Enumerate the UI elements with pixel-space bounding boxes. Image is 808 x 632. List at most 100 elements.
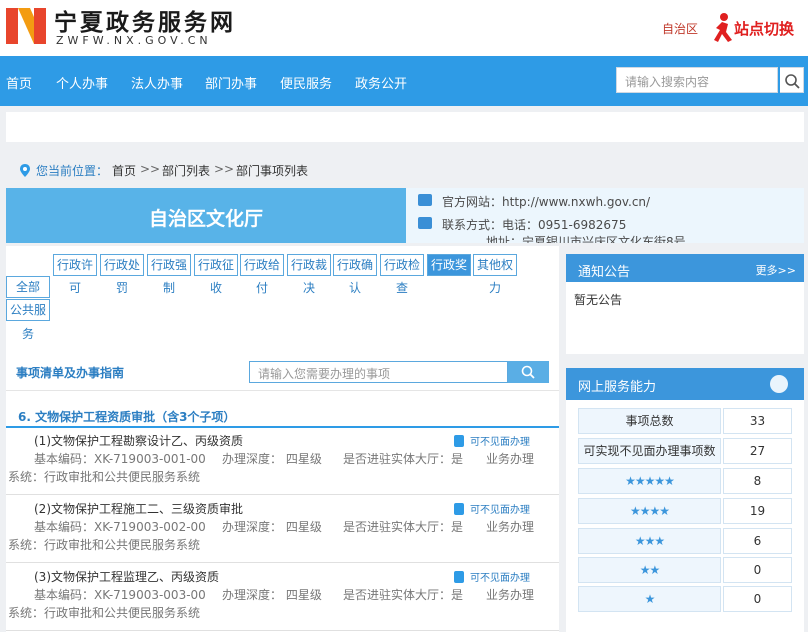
breadcrumb-sep: >> bbox=[140, 162, 161, 176]
tab-category[interactable]: 行政奖 bbox=[427, 254, 471, 276]
service-row: ★★★★ 19 bbox=[578, 498, 792, 524]
tab-category[interactable]: 行政许 bbox=[53, 254, 97, 276]
location-pin-icon bbox=[20, 164, 30, 177]
nav-item-personal[interactable]: 个人办事 bbox=[56, 73, 108, 92]
notice-more-link[interactable]: 更多>> bbox=[756, 262, 796, 278]
service-row-value: 6 bbox=[723, 528, 792, 554]
service-row-value: 0 bbox=[723, 586, 792, 612]
matter-system-label: 业务办理 bbox=[486, 452, 535, 466]
matter-depth: 办理深度： 四星级 bbox=[222, 520, 322, 534]
region-link[interactable]: 自治区 bbox=[662, 20, 698, 37]
matter-item-title[interactable]: (3)文物保护工程监理乙、丙级资质 bbox=[34, 568, 219, 585]
site-search-placeholder: 请输入搜索内容 bbox=[625, 75, 710, 89]
tab-public-service-rest: 务 bbox=[21, 327, 34, 341]
matter-system-label: 业务办理 bbox=[486, 588, 535, 602]
matter-item-title[interactable]: (2)文物保护工程施工二、三级资质审批 bbox=[34, 500, 243, 517]
service-row-value: 0 bbox=[723, 557, 792, 583]
tab-category[interactable]: 行政强 bbox=[147, 254, 191, 276]
monitor-icon bbox=[418, 194, 432, 206]
service-row-value: 8 bbox=[723, 468, 792, 494]
mobile-icon bbox=[454, 503, 464, 515]
nav-item-public-affairs[interactable]: 政务公开 bbox=[355, 73, 407, 92]
site-switch-label: 站点切换 bbox=[734, 20, 795, 38]
matter-search-input[interactable]: 请输入您需要办理的事项 bbox=[249, 361, 508, 383]
banner-strip bbox=[6, 112, 804, 142]
service-row: ★ 0 bbox=[578, 586, 792, 612]
star-rating-label: ★★★★★ bbox=[578, 468, 721, 494]
mobile-icon bbox=[454, 571, 464, 583]
tab-category-rest: 付 bbox=[255, 281, 268, 295]
site-switch-button[interactable]: 站点切换 bbox=[712, 12, 804, 44]
website-line: 官方网站：http://www.nxwh.gov.cn/ bbox=[442, 195, 651, 209]
service-row: ★★★★★ 8 bbox=[578, 468, 792, 494]
mobile-icon bbox=[454, 435, 464, 447]
no-visit-tag: 可不见面办理 bbox=[454, 501, 530, 516]
service-header: 网上服务能力 bbox=[566, 368, 804, 400]
department-website-link[interactable]: http://www.nxwh.gov.cn/ bbox=[502, 195, 650, 209]
nav-item-convenience[interactable]: 便民服务 bbox=[280, 73, 332, 92]
nav-item-department[interactable]: 部门办事 bbox=[205, 73, 257, 92]
site-name[interactable]: 宁夏政务服务网 bbox=[54, 3, 236, 37]
matter-hall: 是否进驻实体大厅：是 bbox=[343, 452, 464, 466]
service-row-value: 19 bbox=[723, 498, 792, 524]
matter-code: 基本编码：XK-719003-003-00 bbox=[34, 588, 206, 602]
site-search-button[interactable] bbox=[780, 67, 804, 93]
star-rating-label: ★★★★ bbox=[578, 498, 721, 524]
matter-hall: 是否进驻实体大厅：是 bbox=[343, 588, 464, 602]
notice-panel: 通知公告 更多>> 暂无公告 bbox=[566, 254, 804, 354]
breadcrumb-current: 部门事项列表 bbox=[236, 164, 309, 178]
matter-system: 系统：行政审批和公共便民服务系统 bbox=[8, 606, 201, 620]
tab-all[interactable]: 全部 bbox=[6, 276, 50, 298]
star-rating-label: ★★★ bbox=[578, 528, 721, 554]
no-visit-tag: 可不见面办理 bbox=[454, 433, 530, 448]
matter-list-title: 事项清单及办事指南 bbox=[16, 366, 125, 380]
service-row-label: 可实现不见面办理事项数 bbox=[578, 438, 721, 464]
service-row: ★★★ 6 bbox=[578, 528, 792, 554]
tab-category-rest: 查 bbox=[395, 281, 408, 295]
matter-code: 基本编码：XK-719003-002-00 bbox=[34, 520, 206, 534]
divider bbox=[6, 390, 559, 391]
no-visit-tag: 可不见面办理 bbox=[454, 569, 530, 584]
nav-item-home[interactable]: 首页 bbox=[6, 73, 32, 92]
matter-code: 基本编码：XK-719003-001-00 bbox=[34, 452, 206, 466]
logo-icon[interactable] bbox=[6, 6, 46, 46]
tab-category[interactable]: 行政确 bbox=[333, 254, 377, 276]
tab-category-rest: 罚 bbox=[115, 281, 128, 295]
star-rating-label: ★ bbox=[578, 586, 721, 612]
search-icon bbox=[521, 365, 535, 379]
divider bbox=[6, 426, 559, 428]
matter-depth: 办理深度： 四星级 bbox=[222, 452, 322, 466]
department-info: 官方网站：http://www.nxwh.gov.cn/ 联系方式：电话：095… bbox=[406, 188, 804, 243]
contact-line: 联系方式：电话：0951-6982675 bbox=[442, 218, 627, 232]
tab-category[interactable]: 行政处 bbox=[100, 254, 144, 276]
tab-public-service[interactable]: 公共服 bbox=[6, 299, 50, 321]
tab-category-rest: 力 bbox=[488, 281, 501, 295]
matter-system: 系统：行政审批和公共便民服务系统 bbox=[8, 538, 201, 552]
service-row: 事项总数 33 bbox=[578, 408, 792, 434]
service-row-value: 27 bbox=[723, 438, 792, 464]
star-rating-label: ★★ bbox=[578, 557, 721, 583]
breadcrumb-home[interactable]: 首页 bbox=[112, 162, 136, 179]
site-search-input[interactable]: 请输入搜索内容 bbox=[616, 67, 778, 93]
service-row: 可实现不见面办理事项数 27 bbox=[578, 438, 792, 464]
tab-category[interactable]: 行政裁 bbox=[287, 254, 331, 276]
matter-search-placeholder: 请输入您需要办理的事项 bbox=[258, 367, 391, 381]
tab-category[interactable]: 行政给 bbox=[240, 254, 284, 276]
service-capability-panel: 网上服务能力 事项总数 33 可实现不见面办理事项数 27 ★★★★★ 8 ★★★★ 19 ★★… bbox=[566, 368, 804, 632]
tab-category[interactable]: 行政检 bbox=[380, 254, 424, 276]
matter-search-button[interactable] bbox=[508, 361, 549, 383]
breadcrumb-dept-list[interactable]: 部门列表 bbox=[162, 162, 210, 179]
tab-category[interactable]: 其他权 bbox=[473, 254, 517, 276]
tab-category[interactable]: 行政征 bbox=[194, 254, 238, 276]
nav-item-corporate[interactable]: 法人办事 bbox=[131, 73, 183, 92]
service-row-label: 事项总数 bbox=[578, 408, 721, 434]
service-row: ★★ 0 bbox=[578, 557, 792, 583]
divider bbox=[6, 562, 559, 563]
phone-icon bbox=[418, 217, 432, 229]
matter-group-title[interactable]: 6. 文物保护工程资质审批（含3个子项） bbox=[18, 408, 235, 425]
tab-category-rest: 制 bbox=[162, 281, 175, 295]
tab-category-rest: 决 bbox=[302, 281, 315, 295]
matter-item-title[interactable]: (1)文物保护工程勘察设计乙、丙级资质 bbox=[34, 432, 243, 449]
breadcrumb-prefix: 您当前位置： bbox=[36, 164, 109, 178]
tab-category-rest: 认 bbox=[348, 281, 361, 295]
